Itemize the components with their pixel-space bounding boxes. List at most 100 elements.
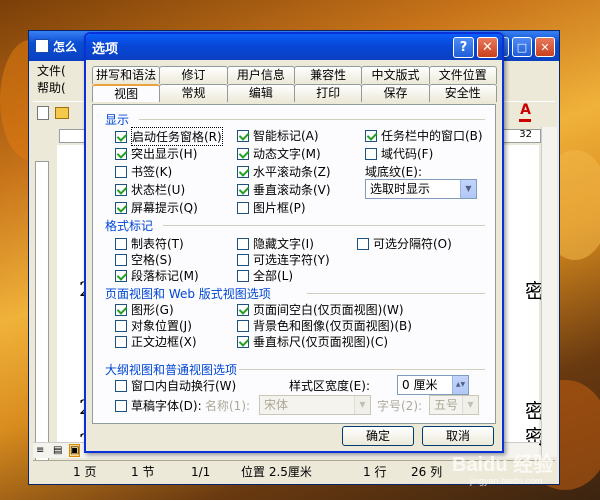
checkbox-draft-font[interactable]: 草稿字体(D):	[115, 397, 202, 414]
dialog-title: 选项	[92, 41, 119, 57]
checkbox-background-colors[interactable]: 背景色和图像(仅页面视图)(B)	[237, 317, 412, 334]
checkbox-box[interactable]	[115, 165, 127, 178]
checkbox-box[interactable]	[237, 335, 249, 348]
checkbox-highlight[interactable]: 突出显示(H)	[115, 145, 197, 162]
menu-help[interactable]: 帮助(	[37, 80, 66, 97]
view-panel: 显示 启动任务窗格(R) 智能标记(A) 任务栏中的窗口(B) 突出显示(H) …	[92, 104, 496, 424]
checkbox-spaces[interactable]: 空格(S)	[115, 251, 172, 268]
checkbox-box[interactable]	[237, 165, 249, 178]
tab-security[interactable]: 安全性	[428, 84, 497, 102]
checkbox-vertical-scrollbar[interactable]: 垂直滚动条(V)	[237, 181, 331, 198]
checkbox-box[interactable]	[115, 183, 127, 196]
checkbox-field-codes[interactable]: 域代码(F)	[365, 145, 433, 162]
checkbox-box[interactable]	[237, 129, 249, 142]
tab-general[interactable]: 常规	[159, 84, 228, 102]
view-web-icon[interactable]: ▤	[53, 445, 62, 456]
checkbox-box[interactable]	[115, 201, 127, 214]
tab-file-locations[interactable]: 文件位置	[428, 66, 497, 84]
field-shading-select[interactable]: 选取时显示 ▼	[365, 179, 477, 199]
checkbox-smart-tags[interactable]: 智能标记(A)	[237, 127, 319, 144]
tab-user-info[interactable]: 用户信息	[226, 66, 295, 84]
font-size-value: 五号	[434, 398, 459, 412]
vertical-ruler[interactable]	[35, 161, 49, 461]
menu-file[interactable]: 文件(	[37, 63, 66, 80]
tab-edit[interactable]: 编辑	[226, 84, 295, 102]
checkbox-box[interactable]	[237, 201, 249, 214]
checkbox-status-bar[interactable]: 状态栏(U)	[115, 181, 185, 198]
checkbox-white-space[interactable]: 页面间空白(仅页面视图)(W)	[237, 301, 404, 318]
checkbox-paragraph-marks[interactable]: 段落标记(M)	[115, 267, 199, 284]
checkbox-horizontal-scrollbar[interactable]: 水平滚动条(Z)	[237, 163, 331, 180]
checkbox-box[interactable]	[237, 147, 249, 160]
checkbox-box[interactable]	[357, 237, 369, 250]
status-position: 位置 2.5厘米	[241, 465, 312, 479]
checkbox-box[interactable]	[115, 253, 127, 266]
vertical-scrollbar[interactable]	[541, 127, 557, 457]
tab-save[interactable]: 保存	[361, 84, 430, 102]
checkbox-box[interactable]	[115, 130, 127, 143]
font-size-select[interactable]: 五号 ▼	[429, 395, 479, 415]
chevron-down-icon[interactable]: ▼	[354, 396, 370, 414]
checkbox-windows-in-taskbar[interactable]: 任务栏中的窗口(B)	[365, 127, 483, 144]
checkbox-bookmarks[interactable]: 书签(K)	[115, 163, 172, 180]
checkbox-all[interactable]: 全部(L)	[237, 267, 293, 284]
checkbox-box[interactable]	[237, 303, 249, 316]
checkbox-box[interactable]	[237, 183, 249, 196]
checkbox-drawings[interactable]: 图形(G)	[115, 301, 174, 318]
checkbox-box[interactable]	[237, 253, 249, 266]
checkbox-box[interactable]	[115, 319, 127, 332]
checkbox-box[interactable]	[115, 379, 127, 392]
font-color-bar	[519, 119, 531, 122]
font-name-select[interactable]: 宋体 ▼	[259, 395, 371, 415]
checkbox-box[interactable]	[365, 129, 377, 142]
tab-spelling[interactable]: 拼写和语法	[92, 66, 161, 84]
checkbox-box[interactable]	[237, 269, 249, 282]
close-button[interactable]: ✕	[477, 37, 498, 58]
checkbox-object-anchors[interactable]: 对象位置(J)	[115, 317, 192, 334]
tab-print[interactable]: 打印	[293, 84, 363, 102]
view-print-icon[interactable]: ▣	[69, 444, 81, 457]
cancel-button[interactable]: 取消	[422, 426, 494, 446]
checkbox-box[interactable]	[115, 303, 127, 316]
checkbox-box[interactable]	[365, 147, 377, 160]
tab-chinese-layout[interactable]: 中文版式	[361, 66, 430, 84]
style-width-input[interactable]: 0 厘米 ▲▼	[397, 375, 469, 395]
tab-compatibility[interactable]: 兼容性	[293, 66, 363, 84]
checkbox-box[interactable]	[237, 319, 249, 332]
checkbox-box[interactable]	[115, 237, 127, 250]
tab-track-changes[interactable]: 修订	[159, 66, 228, 84]
view-normal-icon[interactable]: ≡	[36, 445, 44, 456]
checkbox-animated-text[interactable]: 动态文字(M)	[237, 145, 321, 162]
close-icon[interactable]: ✕	[535, 37, 555, 57]
new-document-icon[interactable]	[37, 106, 49, 120]
checkbox-box[interactable]	[237, 237, 249, 250]
help-button[interactable]: ?	[453, 37, 474, 58]
checkbox-wrap-to-window[interactable]: 窗口内自动换行(W)	[115, 377, 236, 394]
checkbox-screen-tips[interactable]: 屏幕提示(Q)	[115, 199, 198, 216]
spinner-icon[interactable]: ▲▼	[452, 376, 468, 394]
checkbox-label: 段落标记(M)	[131, 269, 199, 283]
checkbox-box[interactable]	[115, 269, 127, 282]
checkbox-picture-placeholders[interactable]: 图片框(P)	[237, 199, 306, 216]
checkbox-box[interactable]	[115, 147, 127, 160]
word-app-icon	[35, 39, 49, 53]
chevron-down-icon[interactable]: ▼	[462, 396, 478, 414]
ok-button[interactable]: 确定	[342, 426, 414, 446]
checkbox-text-boundaries[interactable]: 正文边框(X)	[115, 333, 197, 350]
checkbox-tab-characters[interactable]: 制表符(T)	[115, 235, 184, 252]
font-color-icon[interactable]: A	[520, 102, 531, 118]
open-folder-icon[interactable]	[55, 107, 69, 119]
checkbox-vertical-ruler[interactable]: 垂直标尺(仅页面视图)(C)	[237, 333, 388, 350]
checkbox-label: 页面间空白(仅页面视图)(W)	[253, 303, 404, 317]
checkbox-box[interactable]	[115, 399, 127, 412]
maximize-icon[interactable]: □	[512, 37, 532, 57]
checkbox-hidden-text[interactable]: 隐藏文字(I)	[237, 235, 314, 252]
checkbox-optional-hyphens[interactable]: 可选连字符(Y)	[237, 251, 330, 268]
tab-view[interactable]: 视图	[92, 84, 161, 102]
checkbox-box[interactable]	[115, 335, 127, 348]
chevron-down-icon[interactable]: ▼	[460, 180, 476, 198]
watermark-url: jingyan.baidu.com	[470, 476, 543, 486]
checkbox-startup-task-pane[interactable]: 启动任务窗格(R)	[115, 127, 223, 146]
checkbox-label: 图片框(P)	[253, 201, 306, 215]
checkbox-optional-breaks[interactable]: 可选分隔符(O)	[357, 235, 452, 252]
